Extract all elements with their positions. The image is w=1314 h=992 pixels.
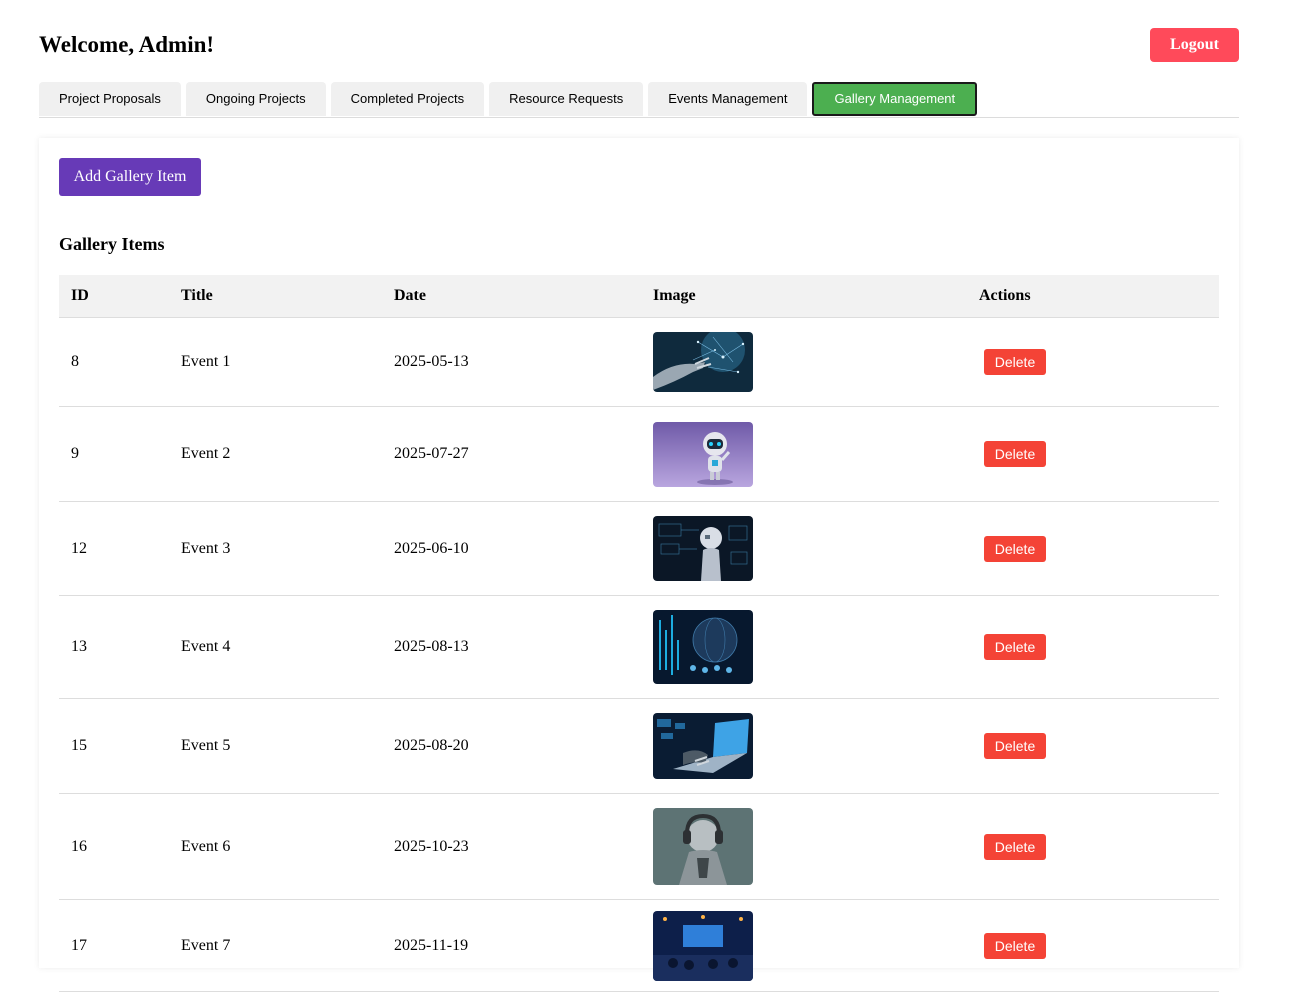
laptop-typing-thumbnail bbox=[653, 713, 753, 779]
gallery-panel: Add Gallery Item Gallery Items ID Title … bbox=[39, 138, 1239, 992]
table-row: 8 Event 1 2025-05-13 Delete bbox=[59, 317, 1219, 407]
cell-image bbox=[641, 899, 967, 992]
add-gallery-item-button[interactable]: Add Gallery Item bbox=[59, 158, 201, 196]
delete-button[interactable]: Delete bbox=[984, 733, 1046, 759]
tab-resource-requests[interactable]: Resource Requests bbox=[489, 82, 644, 116]
delete-button[interactable]: Delete bbox=[984, 441, 1046, 467]
tab-gallery-management[interactable]: Gallery Management bbox=[812, 82, 978, 116]
cell-date: 2025-07-27 bbox=[382, 406, 641, 502]
cell-image bbox=[641, 406, 967, 502]
cell-actions: Delete bbox=[967, 793, 1219, 900]
cell-actions: Delete bbox=[967, 595, 1219, 699]
column-header-date: Date bbox=[382, 275, 641, 318]
cell-title: Event 2 bbox=[169, 406, 382, 502]
delete-button[interactable]: Delete bbox=[984, 349, 1046, 375]
cell-image bbox=[641, 317, 967, 407]
cell-id: 8 bbox=[59, 317, 169, 407]
table-row: 15 Event 5 2025-08-20 Delete bbox=[59, 698, 1219, 794]
column-header-id: ID bbox=[59, 275, 169, 318]
section-title: Gallery Items bbox=[59, 234, 165, 254]
stage-event-thumbnail bbox=[653, 910, 753, 981]
cell-title: Event 1 bbox=[169, 317, 382, 407]
cell-actions: Delete bbox=[967, 698, 1219, 794]
cyborg-headphones-thumbnail bbox=[653, 808, 753, 885]
cell-image bbox=[641, 501, 967, 596]
cell-image bbox=[641, 793, 967, 900]
delete-button[interactable]: Delete bbox=[984, 833, 1046, 860]
cell-date: 2025-05-13 bbox=[382, 317, 641, 407]
cell-title: Event 5 bbox=[169, 698, 382, 794]
cell-actions: Delete bbox=[967, 501, 1219, 596]
cell-title: Event 4 bbox=[169, 595, 382, 699]
gallery-table: ID Title Date Image Actions 8 Event 1 20… bbox=[59, 275, 1219, 992]
cell-actions: Delete bbox=[967, 899, 1219, 992]
cell-image bbox=[641, 698, 967, 794]
tab-bar: Project Proposals Ongoing Projects Compl… bbox=[39, 82, 1239, 118]
table-row: 9 Event 2 2025-07-27 Delete bbox=[59, 406, 1219, 502]
cell-id: 17 bbox=[59, 899, 169, 992]
cell-id: 16 bbox=[59, 793, 169, 900]
column-header-actions: Actions bbox=[967, 275, 1219, 318]
cell-title: Event 6 bbox=[169, 793, 382, 900]
table-row: 12 Event 3 2025-06-10 Delete bbox=[59, 501, 1219, 596]
table-row: 13 Event 4 2025-08-13 Delete bbox=[59, 595, 1219, 699]
cell-title: Event 3 bbox=[169, 501, 382, 596]
cell-image bbox=[641, 595, 967, 699]
table-row: 16 Event 6 2025-10-23 Delete bbox=[59, 793, 1219, 900]
cell-date: 2025-06-10 bbox=[382, 501, 641, 596]
digital-globe-thumbnail bbox=[653, 610, 753, 684]
cell-actions: Delete bbox=[967, 317, 1219, 407]
delete-button[interactable]: Delete bbox=[984, 535, 1046, 562]
column-header-title: Title bbox=[169, 275, 382, 318]
table-header-row: ID Title Date Image Actions bbox=[59, 275, 1219, 318]
android-circuit-thumbnail bbox=[653, 516, 753, 581]
cell-date: 2025-08-13 bbox=[382, 595, 641, 699]
cell-date: 2025-11-19 bbox=[382, 899, 641, 992]
cell-id: 12 bbox=[59, 501, 169, 596]
cell-date: 2025-08-20 bbox=[382, 698, 641, 794]
cell-id: 13 bbox=[59, 595, 169, 699]
tab-project-proposals[interactable]: Project Proposals bbox=[39, 82, 181, 116]
delete-button[interactable]: Delete bbox=[984, 932, 1046, 959]
logout-button[interactable]: Logout bbox=[1150, 28, 1239, 62]
column-header-image: Image bbox=[641, 275, 967, 318]
cell-id: 15 bbox=[59, 698, 169, 794]
robot-purple-thumbnail bbox=[653, 421, 753, 487]
cell-id: 9 bbox=[59, 406, 169, 502]
page-title: Welcome, Admin! bbox=[39, 32, 215, 57]
tab-ongoing-projects[interactable]: Ongoing Projects bbox=[185, 82, 326, 116]
tab-events-management[interactable]: Events Management bbox=[648, 82, 808, 116]
tab-completed-projects[interactable]: Completed Projects bbox=[330, 82, 485, 116]
cell-date: 2025-10-23 bbox=[382, 793, 641, 900]
ai-hand-network-thumbnail bbox=[653, 332, 753, 392]
delete-button[interactable]: Delete bbox=[984, 634, 1046, 660]
table-row: 17 Event 7 2025-11-19 Delete bbox=[59, 899, 1219, 992]
cell-actions: Delete bbox=[967, 406, 1219, 502]
cell-title: Event 7 bbox=[169, 899, 382, 992]
